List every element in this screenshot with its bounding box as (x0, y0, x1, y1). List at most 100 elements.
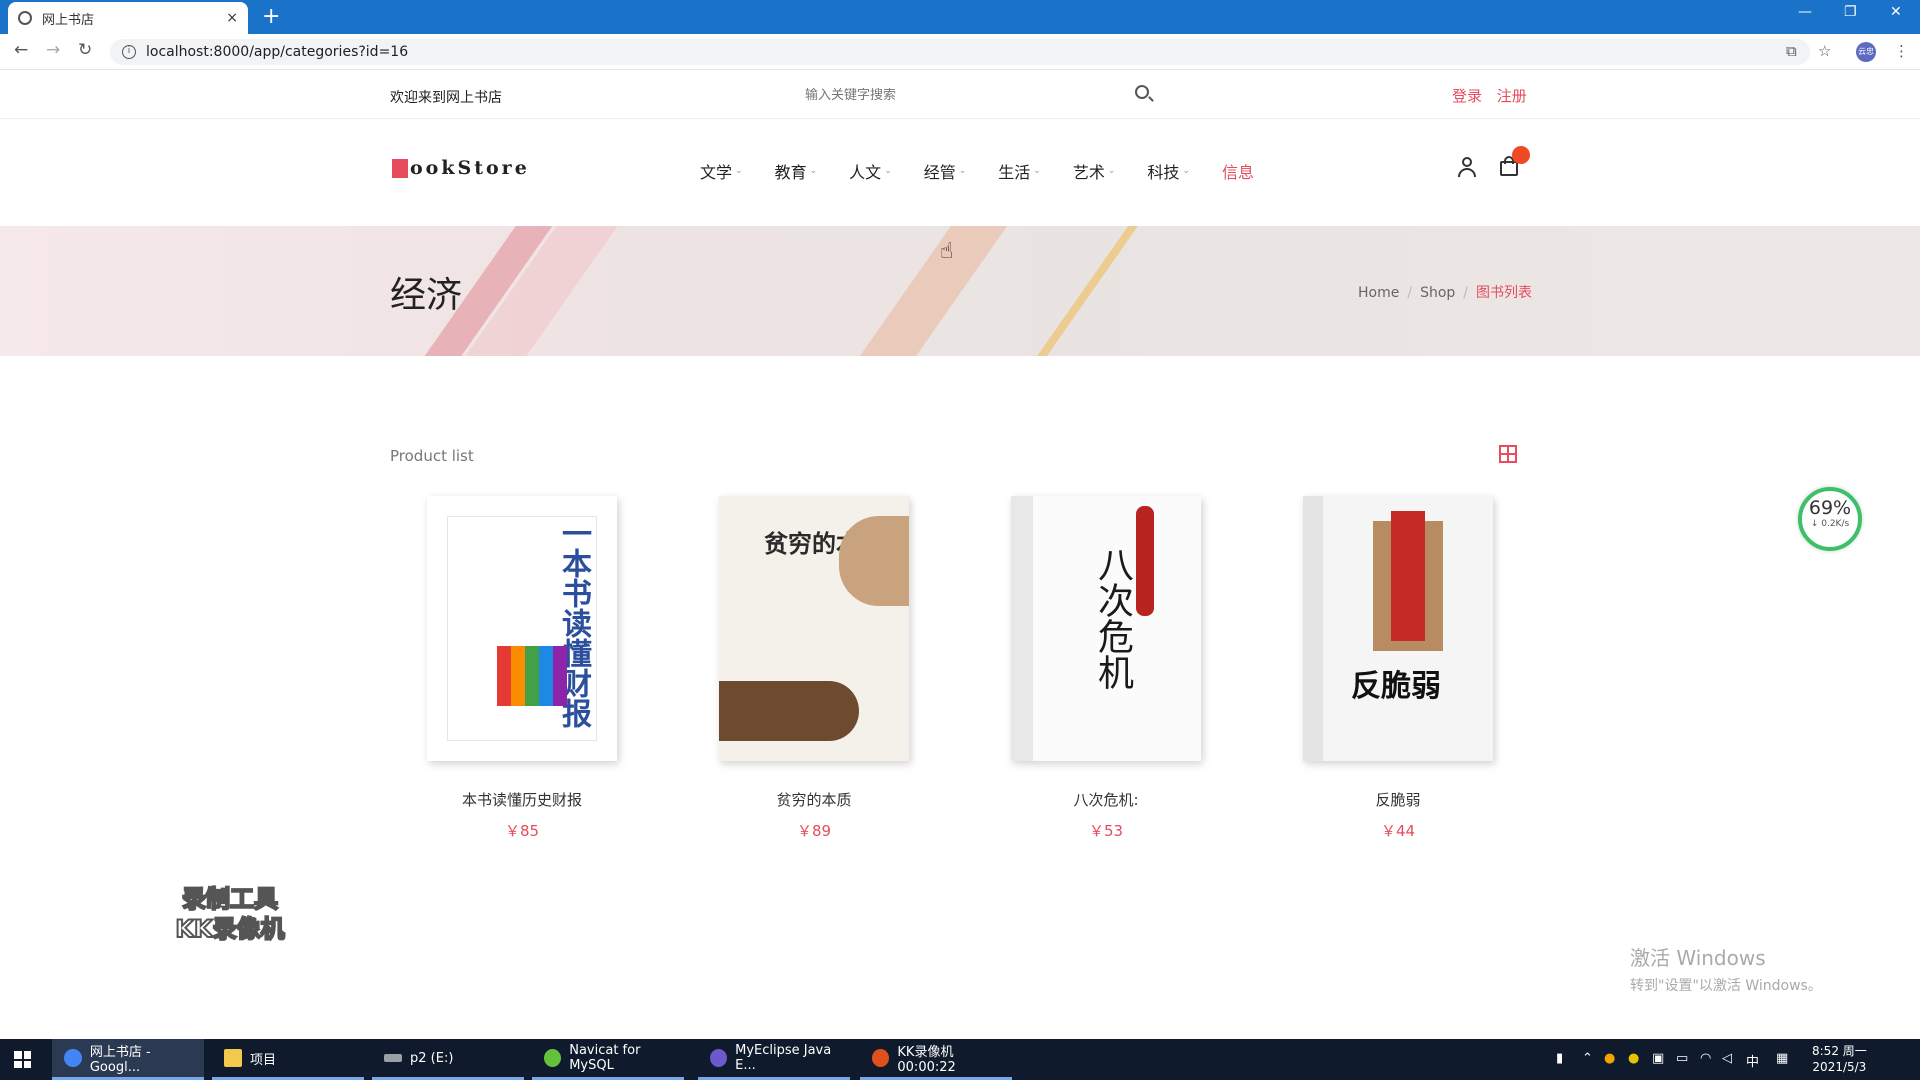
close-window-icon[interactable]: ✕ (1890, 4, 1902, 20)
book-cover[interactable]: 反脆弱 (1303, 496, 1493, 761)
chevron-down-icon: ⌄ (1182, 166, 1190, 176)
browser-tabstrip: 网上书店 × + — ❐ ✕ (0, 0, 1920, 34)
nav-label: 文学 (700, 163, 733, 182)
bookmark-star-icon[interactable]: ☆ (1818, 42, 1831, 60)
grid-view-icon[interactable] (1499, 445, 1517, 463)
chevron-down-icon: ⌄ (735, 166, 743, 176)
taskbar-item-chrome[interactable]: 网上书店 - Googl... (52, 1039, 204, 1080)
network-speed-widget[interactable]: 69% ↓ 0.2K/s (1798, 487, 1862, 551)
search-input[interactable] (805, 87, 1105, 103)
user-icon[interactable] (1458, 157, 1476, 177)
wifi-icon[interactable]: ◠ (1700, 1051, 1711, 1066)
banner-stripe (1006, 226, 1162, 356)
product-card[interactable]: 反脆弱 反脆弱 ￥44 (1278, 496, 1518, 841)
nav-label: 教育 (774, 163, 807, 182)
watermark-line: KK录像机 (174, 914, 285, 944)
tray-chevron-up-icon[interactable]: ⌃ (1582, 1051, 1593, 1066)
network-icon[interactable]: ▣ (1652, 1051, 1664, 1066)
product-card[interactable]: 一本书读懂财报 本书读懂历史财报 ￥85 (402, 496, 642, 841)
breadcrumb-separator: / (1463, 285, 1468, 301)
globe-icon (18, 11, 32, 25)
book-cover[interactable]: 贫穷的本质 (719, 496, 909, 761)
cover-title: 反脆弱 (1351, 669, 1441, 704)
product-name[interactable]: 贫穷的本质 (694, 789, 934, 810)
volume-icon[interactable]: ◁ (1722, 1051, 1732, 1066)
search-box (805, 77, 1155, 113)
new-tab-button[interactable]: + (262, 5, 280, 29)
book-cover[interactable]: 一本书读懂财报 (427, 496, 617, 761)
tray-app-icon[interactable]: ● (1604, 1051, 1615, 1066)
nav-item-education[interactable]: 教育 ⌄ (775, 159, 818, 183)
translate-icon[interactable]: ⧉ (1786, 42, 1797, 60)
product-name[interactable]: 八次危机: (986, 789, 1226, 810)
page-title: 经济 (390, 275, 463, 316)
site-logo[interactable]: ookStore (392, 157, 530, 179)
product-name[interactable]: 反脆弱 (1278, 789, 1518, 810)
breadcrumb: Home / Shop / 图书列表 (1358, 282, 1532, 302)
page: 欢迎来到网上书店 登录 注册 ookStore 文学⌄ 教育⌄ 人文⌄ 经管⌄ … (0, 71, 1920, 1039)
top-bar: 欢迎来到网上书店 登录 注册 (0, 71, 1920, 119)
keyboard-icon[interactable]: ▦ (1776, 1051, 1788, 1066)
ime-indicator[interactable]: 中 (1746, 1051, 1759, 1070)
address-bar[interactable]: i localhost:8000/app/categories?id=16 (110, 39, 1810, 65)
nav-item-life[interactable]: 生活 ⌄ (998, 159, 1041, 183)
breadcrumb-separator: / (1407, 285, 1413, 301)
breadcrumb-home[interactable]: Home (1358, 285, 1399, 301)
navicat-icon (544, 1049, 562, 1067)
nav-item-economics[interactable]: 经管 ⌄ (924, 159, 967, 183)
nav-item-art[interactable]: 艺术 ⌄ (1073, 159, 1116, 183)
display-icon[interactable]: ▭ (1676, 1051, 1688, 1066)
watermark-line: 录制工具 (181, 884, 279, 914)
nav-item-humanities[interactable]: 人文 ⌄ (849, 159, 892, 183)
product-card[interactable]: 八次危机 八次危机: ￥53 (986, 496, 1226, 841)
taskbar-clock[interactable]: 8:52 周一 2021/5/3 (1812, 1043, 1867, 1075)
product-price: ￥89 (796, 822, 832, 840)
product-card[interactable]: 贫穷的本质 贫穷的本质 ￥89 (694, 496, 934, 841)
nav-label: 信息 (1221, 163, 1254, 182)
taskbar-item-folder[interactable]: 项目 (212, 1039, 364, 1080)
browser-tab[interactable]: 网上书店 × (8, 2, 248, 34)
menu-kebab-icon[interactable]: ⋮ (1894, 42, 1909, 60)
auth-links: 登录 注册 (1452, 85, 1537, 106)
taskbar-item-drive[interactable]: p2 (E:) (372, 1039, 524, 1080)
task-label: 项目 (250, 1052, 277, 1068)
register-link[interactable]: 注册 (1497, 87, 1527, 105)
tray-app-icon[interactable]: ● (1628, 1051, 1639, 1066)
myeclipse-icon (710, 1049, 728, 1067)
book-cover[interactable]: 八次危机 (1011, 496, 1201, 761)
taskbar-item-navicat[interactable]: Navicat for MySQL (532, 1039, 684, 1080)
nav-item-literature[interactable]: 文学 ⌄ (700, 159, 743, 183)
reload-icon[interactable]: ↻ (78, 40, 92, 60)
activate-title: 激活 Windows (1630, 946, 1766, 970)
product-price: ￥44 (1380, 822, 1416, 840)
back-icon[interactable]: ← (14, 40, 28, 60)
activate-windows-notice: 激活 Windows 转到"设置"以激活 Windows。 (1630, 942, 1822, 995)
main-nav: 文学 ⌄ 教育 ⌄ 人文 ⌄ 经管 ⌄ 生活 ⌄ 艺术 ⌄ 科技 ⌄ 信息 (700, 159, 1286, 183)
activate-subtitle: 转到"设置"以激活 Windows。 (1630, 978, 1822, 994)
profile-avatar[interactable]: 云忠 (1856, 42, 1876, 62)
clock-date: 2021/5/3 (1812, 1060, 1867, 1074)
breadcrumb-shop[interactable]: Shop (1420, 285, 1455, 301)
nav-item-info[interactable]: 信息 (1222, 159, 1254, 183)
battery-icon[interactable]: ▮ (1556, 1051, 1563, 1066)
chevron-down-icon: ⌄ (884, 166, 892, 176)
info-icon[interactable]: i (122, 45, 136, 59)
restore-icon[interactable]: ❐ (1844, 4, 1857, 20)
browser-toolbar: ← → ↻ i localhost:8000/app/categories?id… (0, 34, 1920, 70)
nav-item-tech[interactable]: 科技 ⌄ (1147, 159, 1190, 183)
chevron-down-icon: ⌄ (1033, 166, 1041, 176)
search-icon[interactable] (1135, 85, 1149, 99)
tab-title: 网上书店 (42, 12, 95, 28)
login-link[interactable]: 登录 (1452, 87, 1482, 105)
hand-cursor-icon: ☝ (940, 239, 954, 264)
task-label: KK录像机 00:00:22 (897, 1045, 956, 1075)
tab-close-icon[interactable]: × (226, 10, 238, 26)
minimize-icon[interactable]: — (1798, 4, 1812, 20)
product-name[interactable]: 本书读懂历史财报 (402, 789, 642, 810)
taskbar-item-myeclipse[interactable]: MyEclipse Java E... (698, 1039, 850, 1080)
forward-icon[interactable]: → (46, 40, 60, 60)
cover-title: 八次危机 (1092, 546, 1133, 690)
product-price: ￥53 (1088, 822, 1124, 840)
windows-start-icon[interactable] (14, 1051, 31, 1068)
taskbar-item-kk-recorder[interactable]: KK录像机 00:00:22 (860, 1039, 1012, 1080)
